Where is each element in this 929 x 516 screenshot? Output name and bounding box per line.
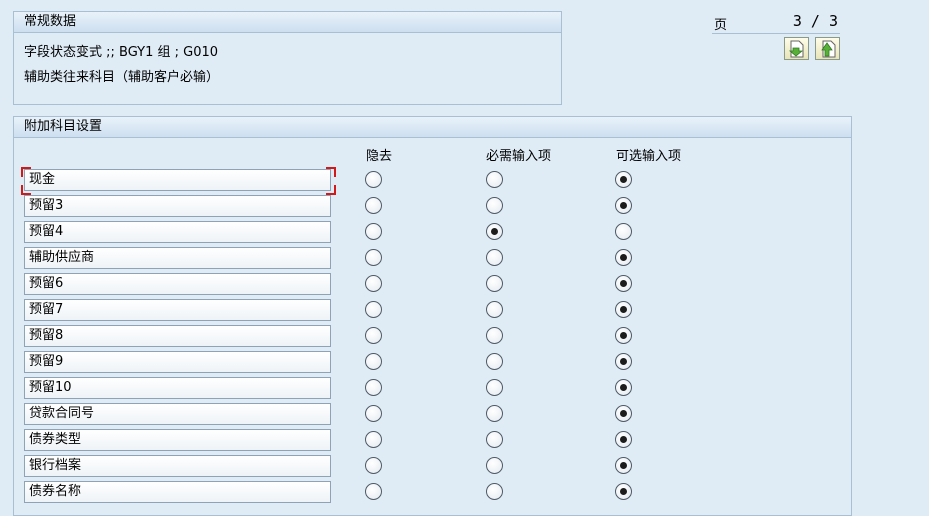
field-status-line: 字段状态变式 ;; BGY1 组 ; G010 <box>24 45 219 60</box>
radio-optional[interactable] <box>615 275 632 292</box>
page-down-button[interactable] <box>784 37 809 60</box>
page-number: 3 / 3 <box>792 12 838 30</box>
radio-hide[interactable] <box>365 483 382 500</box>
radio-hide[interactable] <box>365 275 382 292</box>
field-label[interactable]: 债券类型 <box>24 429 331 451</box>
radio-hide[interactable] <box>365 457 382 474</box>
radio-optional[interactable] <box>615 301 632 318</box>
field-label[interactable]: 预留4 <box>24 221 331 243</box>
radio-optional[interactable] <box>615 353 632 370</box>
field-label[interactable]: 预留3 <box>24 195 331 217</box>
page-indicator: 页 3 / 3 <box>712 11 840 34</box>
focus-corner <box>326 185 336 195</box>
radio-hide[interactable] <box>365 171 382 188</box>
field-label[interactable]: 预留10 <box>24 377 331 399</box>
radio-hide[interactable] <box>365 223 382 240</box>
radio-optional[interactable] <box>615 483 632 500</box>
additional-settings-title: 附加科目设置 <box>14 117 851 138</box>
radio-required[interactable] <box>486 327 503 344</box>
radio-required[interactable] <box>486 379 503 396</box>
page-up-icon <box>821 40 836 58</box>
account-description: 辅助类往来科目（辅助客户必输） <box>24 70 220 85</box>
radio-optional[interactable] <box>615 327 632 344</box>
field-label[interactable]: 预留7 <box>24 299 331 321</box>
radio-optional[interactable] <box>615 197 632 214</box>
radio-required[interactable] <box>486 301 503 318</box>
radio-required[interactable] <box>486 275 503 292</box>
radio-optional[interactable] <box>615 379 632 396</box>
field-label[interactable]: 预留6 <box>24 273 331 295</box>
field-label[interactable]: 银行档案 <box>24 455 331 477</box>
field-label[interactable]: 现金 <box>24 169 331 191</box>
radio-required[interactable] <box>486 353 503 370</box>
radio-required[interactable] <box>486 405 503 422</box>
radio-optional[interactable] <box>615 457 632 474</box>
field-label[interactable]: 贷款合同号 <box>24 403 331 425</box>
radio-hide[interactable] <box>365 301 382 318</box>
radio-hide[interactable] <box>365 405 382 422</box>
field-label[interactable]: 辅助供应商 <box>24 247 331 269</box>
page-up-button[interactable] <box>815 37 840 60</box>
radio-required[interactable] <box>486 457 503 474</box>
field-label[interactable]: 预留8 <box>24 325 331 347</box>
column-header-optional: 可选输入项 <box>616 149 682 164</box>
radio-optional[interactable] <box>615 431 632 448</box>
focus-corner <box>21 185 31 195</box>
radio-optional[interactable] <box>615 223 632 240</box>
column-header-hide: 隐去 <box>366 149 393 164</box>
radio-hide[interactable] <box>365 353 382 370</box>
radio-required[interactable] <box>486 483 503 500</box>
radio-hide[interactable] <box>365 431 382 448</box>
radio-required[interactable] <box>486 197 503 214</box>
focus-corner <box>326 167 336 177</box>
column-header-required: 必需输入项 <box>486 149 552 164</box>
radio-required[interactable] <box>486 223 503 240</box>
field-label[interactable]: 预留9 <box>24 351 331 373</box>
radio-hide[interactable] <box>365 249 382 266</box>
radio-hide[interactable] <box>365 379 382 396</box>
field-label[interactable]: 债券名称 <box>24 481 331 503</box>
page-label: 页 <box>714 18 728 33</box>
page-down-icon <box>788 40 804 58</box>
radio-optional[interactable] <box>615 171 632 188</box>
radio-hide[interactable] <box>365 197 382 214</box>
radio-required[interactable] <box>486 171 503 188</box>
radio-hide[interactable] <box>365 327 382 344</box>
radio-optional[interactable] <box>615 405 632 422</box>
focus-corner <box>21 167 31 177</box>
radio-required[interactable] <box>486 249 503 266</box>
radio-optional[interactable] <box>615 249 632 266</box>
general-data-title: 常规数据 <box>14 12 561 33</box>
radio-required[interactable] <box>486 431 503 448</box>
